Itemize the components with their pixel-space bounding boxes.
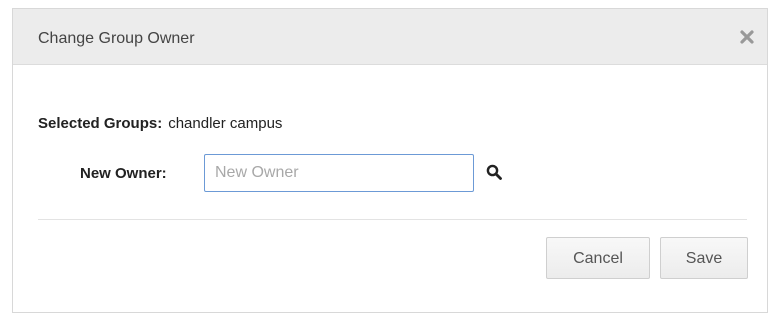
selected-groups-row: Selected Groups: chandler campus <box>38 115 282 132</box>
dialog-title: Change Group Owner <box>38 30 195 47</box>
change-group-owner-dialog: Change Group Owner Selected Groups: chand… <box>12 8 768 313</box>
close-icon[interactable] <box>737 27 757 47</box>
selected-groups-label: Selected Groups: <box>38 115 163 132</box>
save-button[interactable]: Save <box>660 237 748 279</box>
search-icon[interactable] <box>486 164 502 180</box>
cancel-button[interactable]: Cancel <box>546 237 650 279</box>
selected-groups-value: chandler campus <box>168 115 283 132</box>
footer-divider <box>38 219 747 220</box>
new-owner-input[interactable] <box>204 154 474 192</box>
new-owner-label: New Owner: <box>80 165 167 182</box>
dialog-header: Change Group Owner <box>13 9 767 65</box>
